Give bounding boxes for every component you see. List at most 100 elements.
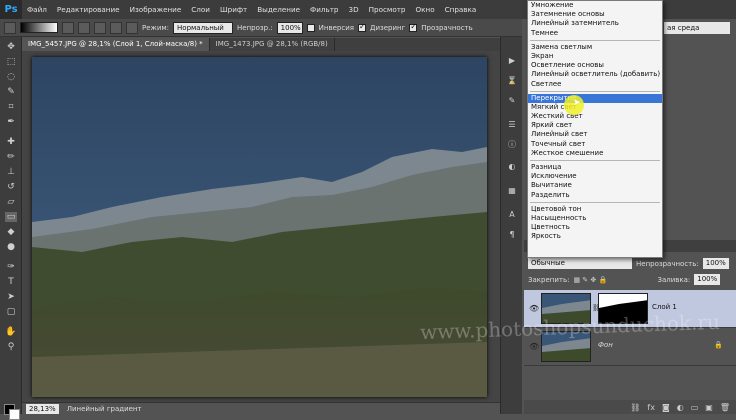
layer-opacity-label: Непрозрачность: [636, 259, 699, 268]
blend-overlay[interactable]: Перекрытие [528, 93, 662, 103]
menu-help[interactable]: Справка [440, 5, 482, 14]
layer-name[interactable]: Фон [598, 341, 613, 349]
blend-exclusion[interactable]: Исключение [528, 172, 662, 181]
transparency-checkbox[interactable] [409, 22, 418, 32]
hand-tool-icon[interactable]: ✋ [5, 327, 17, 337]
menu-3d[interactable]: 3D [344, 5, 364, 14]
stamp-tool-icon[interactable]: ⊥ [5, 167, 17, 177]
crop-tool-icon[interactable]: ⌗ [5, 102, 17, 112]
blend-hue[interactable]: Цветовой тон [528, 205, 662, 214]
marquee-tool-icon[interactable]: ⬚ [5, 57, 17, 67]
menu-view[interactable]: Просмотр [364, 5, 411, 14]
opacity-input[interactable]: 100% [276, 21, 303, 34]
blend-lighter-color[interactable]: Светлее [528, 80, 662, 89]
background-color-swatch[interactable] [9, 409, 20, 420]
blend-saturation[interactable]: Насыщенность [528, 214, 662, 223]
eye-icon[interactable]: 👁 [529, 304, 539, 313]
paragraph-icon[interactable]: ¶ [506, 229, 518, 240]
adjustments-icon[interactable]: ☰ [506, 119, 518, 130]
document-canvas[interactable] [32, 57, 487, 397]
history-brush-icon[interactable]: ↺ [5, 182, 17, 192]
layer-opacity-input[interactable]: 100% [702, 258, 729, 269]
canvas-area[interactable] [22, 51, 500, 402]
history-icon[interactable]: ⌛ [506, 75, 518, 86]
layer-blend-mode-select[interactable]: Обычные [528, 258, 632, 269]
menu-edit[interactable]: Редактирование [52, 5, 125, 14]
path-select-icon[interactable]: ➤ [5, 292, 17, 302]
healing-tool-icon[interactable]: ✚ [5, 137, 17, 147]
trash-icon[interactable]: 🗑 [720, 403, 730, 412]
blend-multiply[interactable]: Умножение [528, 1, 662, 10]
diamond-gradient-icon[interactable] [126, 21, 138, 34]
zoom-level[interactable]: 28,13% [26, 403, 59, 414]
menu-type[interactable]: Шрифт [215, 5, 252, 14]
menu-file[interactable]: Файл [22, 5, 52, 14]
new-layer-icon[interactable]: ▣ [705, 403, 713, 412]
gradient-tool-icon[interactable]: ▭ [5, 212, 17, 222]
lasso-tool-icon[interactable]: ◌ [5, 72, 17, 82]
blend-subtract[interactable]: Вычитание [528, 181, 662, 190]
gradient-picker[interactable] [20, 22, 58, 33]
blend-soft-light[interactable]: Мягкий свет [528, 103, 662, 112]
dither-checkbox[interactable] [357, 22, 366, 32]
inversion-checkbox[interactable] [306, 23, 315, 32]
lock-icons[interactable]: ▦ ✎ ✥ 🔒 [573, 276, 653, 284]
group-icon[interactable]: ▭ [691, 403, 699, 412]
blend-linear-dodge[interactable]: Линейный осветлитель (добавить) [528, 70, 662, 79]
brush-tool-icon[interactable]: ✏ [5, 152, 17, 162]
angle-gradient-icon[interactable] [94, 21, 106, 34]
blend-linear-burn[interactable]: Линейный затемнитель [528, 19, 662, 28]
blend-screen[interactable]: Экран [528, 52, 662, 61]
tab-img-1473[interactable]: IMG_1473.JPG @ 28,1% (RGB/8) [210, 38, 335, 51]
quick-select-tool-icon[interactable]: ✎ [5, 87, 17, 97]
menu-filter[interactable]: Фильтр [305, 5, 343, 14]
blend-luminosity[interactable]: Яркость [528, 232, 662, 241]
blend-vivid-light[interactable]: Яркий свет [528, 121, 662, 130]
play-icon[interactable]: ▶ [506, 55, 518, 66]
brush-preset-icon[interactable]: ✎ [506, 95, 518, 106]
eye-icon[interactable]: 👁 [529, 342, 539, 351]
blend-difference[interactable]: Разница [528, 163, 662, 172]
reflected-gradient-icon[interactable] [110, 21, 122, 34]
pen-tool-icon[interactable]: ✑ [5, 262, 17, 272]
channels-icon[interactable]: ▦ [506, 185, 518, 196]
fx-icon[interactable]: fx [647, 403, 655, 412]
blend-color-dodge[interactable]: Осветление основы [528, 61, 662, 70]
add-mask-icon[interactable]: ◙ [662, 403, 670, 412]
gradient-tool-icon[interactable] [4, 21, 16, 34]
menu-image[interactable]: Изображение [125, 5, 187, 14]
blend-pin-light[interactable]: Точечный свет [528, 140, 662, 149]
move-tool-icon[interactable]: ✥ [5, 42, 17, 52]
blend-color[interactable]: Цветность [528, 223, 662, 232]
blend-lighten[interactable]: Замена светлым [528, 43, 662, 52]
adjustment-layer-icon[interactable]: ◐ [677, 403, 684, 412]
layer-name[interactable]: Слой 1 [652, 303, 677, 311]
menu-layers[interactable]: Слои [186, 5, 215, 14]
link-layers-icon[interactable]: ⛓ [630, 403, 640, 412]
blend-darker-color[interactable]: Темнее [528, 29, 662, 38]
fill-input[interactable]: 100% [694, 274, 721, 285]
zoom-tool-icon[interactable]: ⚲ [5, 342, 17, 352]
dodge-tool-icon[interactable]: ● [5, 242, 17, 252]
mode-select[interactable]: Нормальный [173, 21, 234, 34]
radial-gradient-icon[interactable] [78, 21, 90, 34]
menu-select[interactable]: Выделение [252, 5, 305, 14]
styles-icon[interactable]: ◐ [506, 161, 518, 172]
blend-divide[interactable]: Разделить [528, 191, 662, 200]
linear-gradient-icon[interactable] [62, 21, 74, 34]
character-icon[interactable]: A [506, 209, 518, 220]
info-icon[interactable]: ⓘ [506, 139, 518, 150]
type-tool-icon[interactable]: T [5, 277, 17, 287]
blend-hard-light[interactable]: Жесткий свет [528, 112, 662, 121]
blend-hard-mix[interactable]: Жесткое смешение [528, 149, 662, 158]
shape-tool-icon[interactable]: ▢ [5, 307, 17, 317]
blur-tool-icon[interactable]: ◆ [5, 227, 17, 237]
eyedropper-tool-icon[interactable]: ✒ [5, 117, 17, 127]
workspace-select[interactable]: ая среда [664, 22, 730, 34]
tab-img-5457[interactable]: IMG_5457.JPG @ 28,1% (Слой 1, Слой-маска… [22, 38, 210, 51]
blend-linear-light[interactable]: Линейный свет [528, 130, 662, 139]
eraser-tool-icon[interactable]: ▱ [5, 197, 17, 207]
toolbox: ✥ ⬚ ◌ ✎ ⌗ ✒ ✚ ✏ ⊥ ↺ ▱ ▭ ◆ ● ✑ T ➤ ▢ ✋ ⚲ [0, 37, 22, 420]
menu-window[interactable]: Окно [411, 5, 440, 14]
blend-color-burn[interactable]: Затемнение основы [528, 10, 662, 19]
